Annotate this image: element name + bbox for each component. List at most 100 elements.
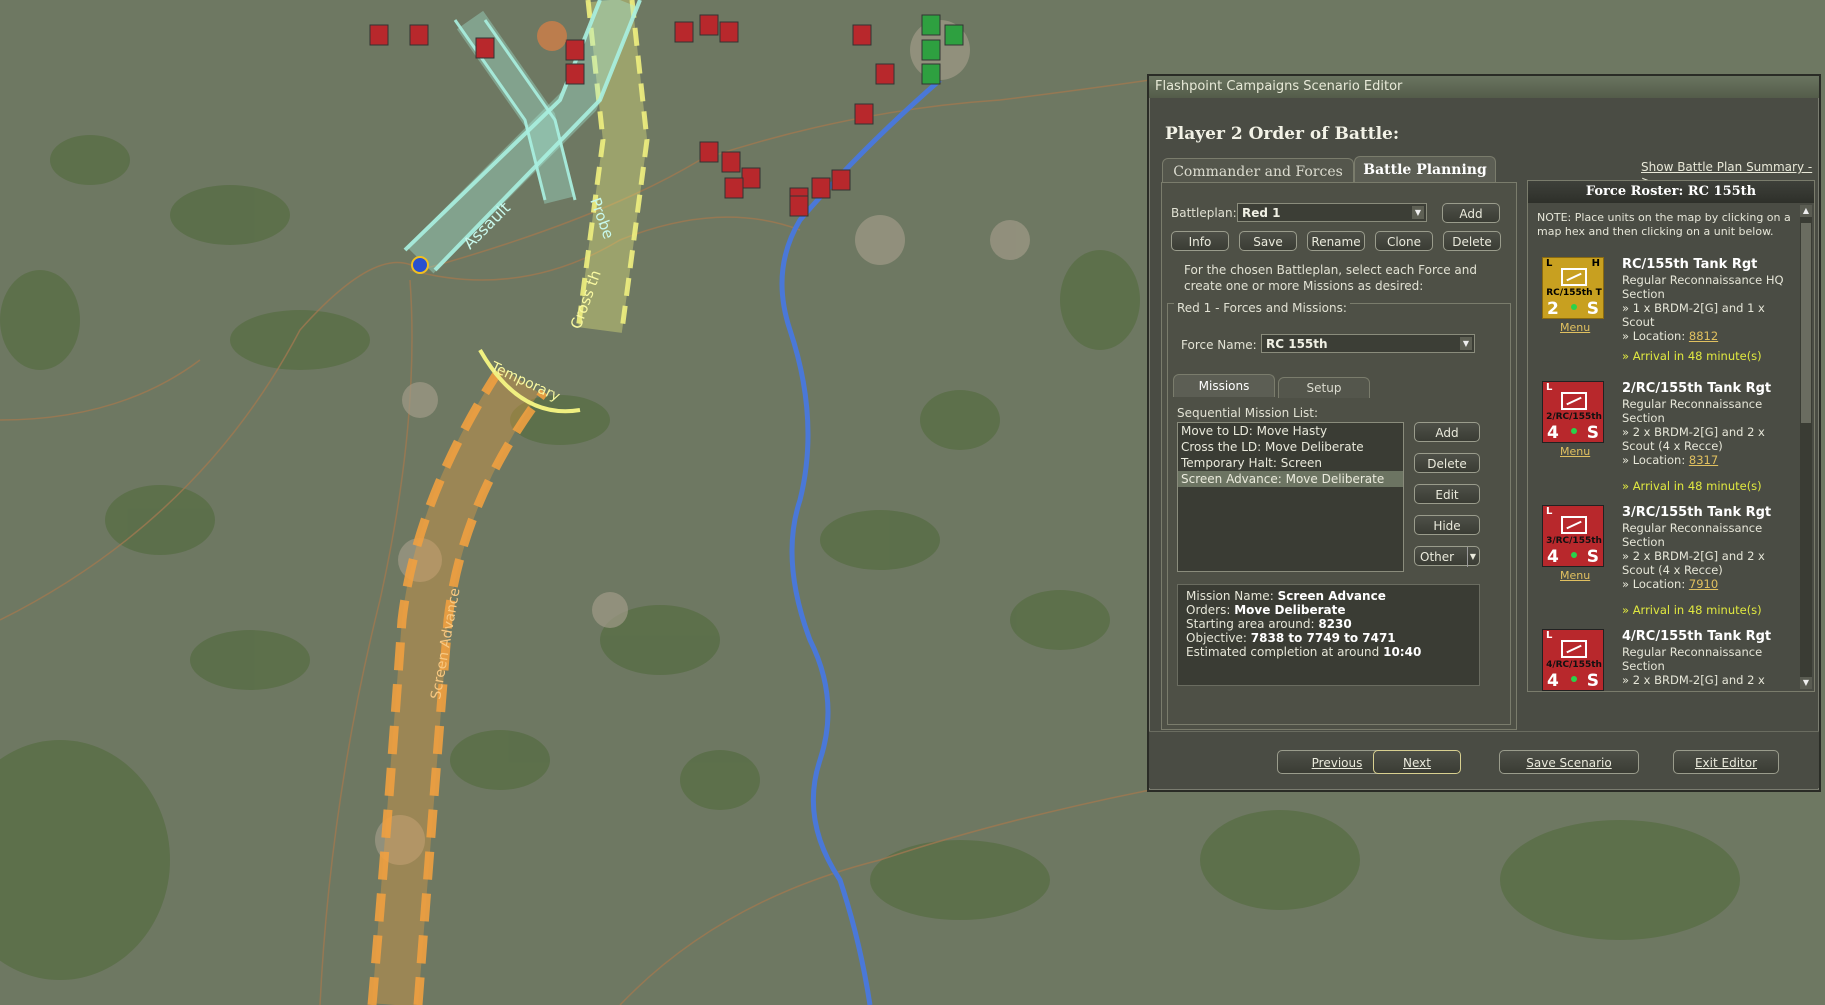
recon-symbol-icon bbox=[1561, 640, 1587, 658]
mission-name-label: Mission Name: bbox=[1186, 589, 1274, 603]
battle-planning-panel: Battleplan: Red 1 ▼ Add Info Save Rename… bbox=[1161, 182, 1517, 730]
mission-add-button[interactable]: Add bbox=[1414, 422, 1480, 442]
unit-name: 2/RC/155th Tank Rgt bbox=[1622, 381, 1772, 396]
unit-type: Regular Reconnaissance Section bbox=[1622, 397, 1763, 425]
unit-menu-link[interactable]: Menu bbox=[1560, 321, 1590, 334]
battleplan-value: Red 1 bbox=[1242, 206, 1281, 220]
hq-marker[interactable] bbox=[411, 256, 429, 274]
counter-l: L bbox=[1546, 506, 1553, 517]
force-roster-title: Force Roster: RC 155th bbox=[1528, 181, 1814, 203]
scrollbar-thumb[interactable] bbox=[1801, 223, 1811, 423]
unit-location-label: » Location: bbox=[1622, 329, 1686, 343]
mission-completion-label: Estimated completion at around bbox=[1186, 645, 1380, 659]
battleplan-label: Battleplan: bbox=[1171, 206, 1237, 220]
status-dot-icon bbox=[1571, 428, 1577, 434]
battleplan-save-button[interactable]: Save bbox=[1239, 231, 1297, 251]
unit-counter[interactable]: L 2/RC/155th 4 S bbox=[1542, 381, 1604, 443]
page-title: Player 2 Order of Battle: bbox=[1165, 124, 1400, 144]
list-item[interactable]: Cross the LD: Move Deliberate bbox=[1178, 439, 1403, 455]
mission-edit-button[interactable]: Edit bbox=[1414, 484, 1480, 504]
unit-location-label: » Location: bbox=[1622, 577, 1686, 591]
chevron-down-icon[interactable]: ▼ bbox=[1412, 206, 1424, 219]
battleplan-info-button[interactable]: Info bbox=[1171, 231, 1229, 251]
status-dot-icon bbox=[1571, 676, 1577, 682]
exit-editor-button[interactable]: Exit Editor bbox=[1673, 750, 1779, 774]
scroll-up-icon[interactable]: ▲ bbox=[1800, 205, 1812, 217]
unit-name: RC/155th Tank Rgt bbox=[1622, 257, 1758, 272]
mission-orders-label: Orders: bbox=[1186, 603, 1231, 617]
unit-location-link[interactable]: 8812 bbox=[1689, 329, 1718, 343]
unit-location-link[interactable]: 7910 bbox=[1689, 577, 1718, 591]
window-title: Flashpoint Campaigns Scenario Editor bbox=[1149, 76, 1819, 98]
chevron-down-icon[interactable]: ▼ bbox=[1460, 337, 1472, 350]
roster-unit[interactable]: L 4/RC/155th 4 S 4/RC/155th Tank Rgt Reg… bbox=[1542, 629, 1800, 691]
roster-unit[interactable]: L 3/RC/155th 4 S Menu 3/RC/155th Tank Rg… bbox=[1542, 505, 1800, 625]
unit-counter[interactable]: L 4/RC/155th 4 S bbox=[1542, 629, 1604, 691]
counter-size: S bbox=[1586, 547, 1599, 567]
list-item[interactable]: Move to LD: Move Hasty bbox=[1178, 423, 1403, 439]
mission-start-label: Starting area around: bbox=[1186, 617, 1315, 631]
scenario-editor-window: Flashpoint Campaigns Scenario Editor Pla… bbox=[1147, 74, 1821, 792]
mission-objective-label: Objective: bbox=[1186, 631, 1247, 645]
battleplan-rename-button[interactable]: Rename bbox=[1307, 231, 1365, 251]
save-scenario-button[interactable]: Save Scenario bbox=[1499, 750, 1639, 774]
force-name-select[interactable]: RC 155th ▼ bbox=[1261, 334, 1475, 353]
unit-description: Regular Reconnaissance Section » 2 x BRD… bbox=[1622, 645, 1797, 687]
orange-highlight bbox=[537, 21, 567, 51]
unit-location-link[interactable]: 8317 bbox=[1689, 453, 1718, 467]
roster-unit[interactable]: L H RC/155th T 2 S Menu RC/155th Tank Rg… bbox=[1542, 257, 1800, 377]
mission-name-value: Screen Advance bbox=[1277, 589, 1386, 603]
mission-list[interactable]: Move to LD: Move Hasty Cross the LD: Mov… bbox=[1177, 422, 1404, 572]
unit-description: Regular Reconnaissance Section » 2 x BRD… bbox=[1622, 521, 1797, 591]
counter-number: 2 bbox=[1547, 299, 1559, 319]
unit-name: 4/RC/155th Tank Rgt bbox=[1622, 629, 1772, 644]
tab-battle-planning[interactable]: Battle Planning bbox=[1354, 156, 1496, 185]
counter-size: S bbox=[1586, 299, 1599, 319]
recon-symbol-icon bbox=[1561, 392, 1587, 410]
counter-label: RC/155th T bbox=[1546, 288, 1602, 298]
status-dot-icon bbox=[1571, 552, 1577, 558]
counter-size: S bbox=[1586, 671, 1599, 691]
mission-completion-value: 10:40 bbox=[1383, 645, 1422, 659]
mission-other-button[interactable]: Other ▼ bbox=[1414, 546, 1480, 567]
list-item[interactable]: Temporary Halt: Screen bbox=[1178, 455, 1403, 471]
force-roster-panel: Force Roster: RC 155th NOTE: Place units… bbox=[1527, 180, 1815, 692]
next-button[interactable]: Next bbox=[1373, 750, 1461, 774]
subtab-setup[interactable]: Setup bbox=[1278, 377, 1370, 398]
mission-hide-button[interactable]: Hide bbox=[1414, 515, 1480, 535]
battleplan-select[interactable]: Red 1 ▼ bbox=[1237, 203, 1427, 222]
unit-type: Regular Reconnaissance HQ Section bbox=[1622, 273, 1784, 301]
battleplan-instructions: For the chosen Battleplan, select each F… bbox=[1184, 263, 1478, 293]
battleplan-add-button[interactable]: Add bbox=[1442, 203, 1500, 223]
counter-number: 4 bbox=[1547, 547, 1559, 567]
counter-label: 4/RC/155th bbox=[1546, 660, 1602, 670]
tab-commander-and-forces[interactable]: Commander and Forces bbox=[1162, 158, 1354, 185]
unit-equipment: » 1 x BRDM-2[G] and 1 x Scout bbox=[1622, 301, 1765, 329]
mission-objective-value: 7838 to 7749 to 7471 bbox=[1250, 631, 1396, 645]
scroll-down-icon[interactable]: ▼ bbox=[1800, 677, 1812, 689]
recon-symbol-icon bbox=[1561, 268, 1587, 286]
battleplan-delete-button[interactable]: Delete bbox=[1443, 231, 1501, 251]
counter-number: 4 bbox=[1547, 671, 1559, 691]
unit-menu-link[interactable]: Menu bbox=[1560, 445, 1590, 458]
list-item-selected[interactable]: Screen Advance: Move Deliberate bbox=[1178, 471, 1403, 487]
unit-menu-link[interactable]: Menu bbox=[1560, 569, 1590, 582]
mission-details: Mission Name: Screen Advance Orders: Mov… bbox=[1177, 584, 1480, 686]
unit-location-label: » Location: bbox=[1622, 453, 1686, 467]
unit-equipment: » 2 x BRDM-2[G] and 2 x bbox=[1622, 673, 1765, 687]
unit-counter[interactable]: L 3/RC/155th 4 S bbox=[1542, 505, 1604, 567]
unit-equipment: » 2 x BRDM-2[G] and 2 x Scout (4 x Recce… bbox=[1622, 425, 1765, 453]
unit-arrival: » Arrival in 48 minute(s) bbox=[1622, 349, 1762, 363]
mission-list-label: Sequential Mission List: bbox=[1177, 406, 1319, 420]
battleplan-clone-button[interactable]: Clone bbox=[1375, 231, 1433, 251]
subtab-missions[interactable]: Missions bbox=[1173, 374, 1275, 397]
roster-unit[interactable]: L 2/RC/155th 4 S Menu 2/RC/155th Tank Rg… bbox=[1542, 381, 1800, 501]
unit-counter[interactable]: L H RC/155th T 2 S bbox=[1542, 257, 1604, 319]
mission-delete-button[interactable]: Delete bbox=[1414, 453, 1480, 473]
unit-description: Regular Reconnaissance Section » 2 x BRD… bbox=[1622, 397, 1797, 467]
counter-l: L bbox=[1546, 630, 1553, 641]
roster-scrollbar[interactable]: ▲ ▼ bbox=[1800, 205, 1812, 689]
counter-l: L bbox=[1546, 382, 1553, 393]
counter-number: 4 bbox=[1547, 423, 1559, 443]
mission-start-value: 8230 bbox=[1318, 617, 1352, 631]
